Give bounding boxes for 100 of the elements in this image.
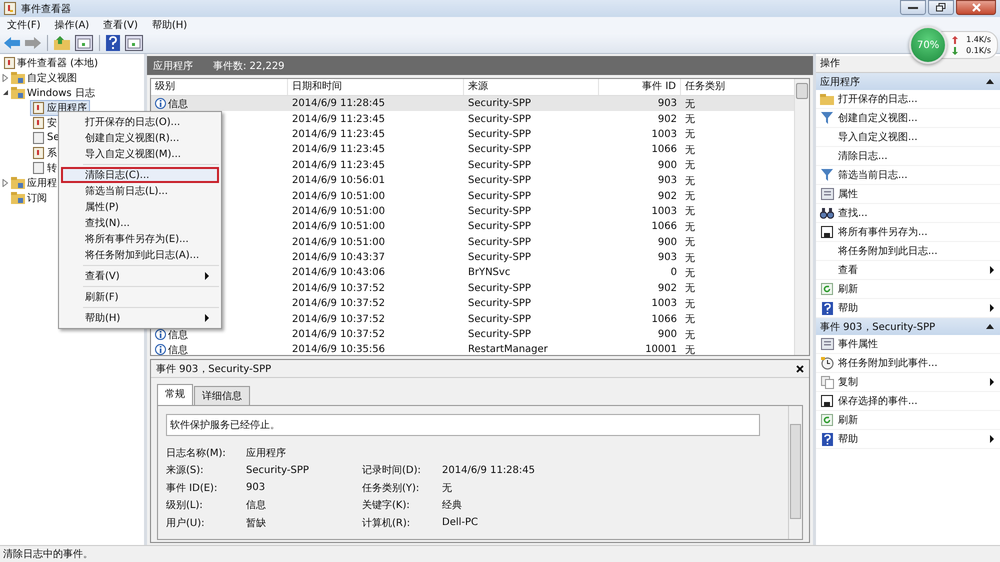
table-cell-text: 2014/6/9 10:43:06 bbox=[291, 267, 386, 278]
action-item[interactable]: 属性 bbox=[838, 187, 1000, 201]
help-icon[interactable] bbox=[106, 35, 120, 51]
close-button[interactable] bbox=[956, 0, 996, 15]
scrollbar[interactable] bbox=[794, 79, 809, 355]
action-item[interactable]: 筛选当前日志... bbox=[838, 168, 1000, 182]
back-icon[interactable] bbox=[4, 37, 20, 49]
action-item[interactable]: 将任务附加到此日志... bbox=[838, 244, 1000, 258]
properties-icon bbox=[820, 188, 834, 200]
window-title: 事件查看器 bbox=[21, 2, 71, 16]
action-item[interactable]: 刷新 bbox=[838, 282, 1000, 296]
table-cell-text: 2014/6/9 10:43:37 bbox=[291, 252, 386, 264]
column-header[interactable]: 级别 bbox=[151, 79, 288, 95]
menu-item[interactable]: 打开保存的日志(O)... bbox=[61, 114, 219, 130]
table-cell-text: 900 bbox=[656, 236, 678, 248]
menu-item[interactable]: 操作(A) bbox=[54, 18, 90, 32]
tree-item[interactable]: Windows 日志 bbox=[27, 86, 95, 100]
action-item[interactable]: 将所有事件另存为... bbox=[838, 225, 1000, 239]
tree-item[interactable]: 自定义视图 bbox=[27, 70, 77, 84]
menu-item[interactable]: 清除日志(C)... bbox=[61, 167, 219, 183]
action-item[interactable]: 事件属性 bbox=[838, 337, 1000, 351]
panel-icon[interactable] bbox=[75, 35, 93, 51]
table-cell-text: 无 bbox=[684, 282, 696, 296]
action-item[interactable]: 创建自定义视图... bbox=[838, 111, 1000, 125]
download-arrow-icon bbox=[952, 46, 958, 54]
field-label: 关键字(K): bbox=[362, 498, 411, 512]
action-item[interactable]: 刷新 bbox=[838, 413, 1000, 427]
folder-icon bbox=[11, 192, 25, 204]
expand-icon[interactable] bbox=[2, 74, 8, 82]
menu-item[interactable]: 创建自定义视图(R)... bbox=[61, 130, 219, 146]
folder-up-icon[interactable] bbox=[54, 36, 70, 50]
table-cell-text: 2014/6/9 11:23:45 bbox=[291, 114, 386, 125]
column-header[interactable]: 日期和时间 bbox=[288, 79, 464, 95]
menu-item[interactable]: 帮助(H) bbox=[61, 310, 219, 326]
action-item[interactable]: 保存选择的事件... bbox=[838, 394, 1000, 408]
action-item[interactable]: 查找... bbox=[838, 206, 1000, 220]
action-item[interactable]: 将任务附加到此事件... bbox=[838, 356, 1000, 370]
tree-item[interactable]: 安 bbox=[30, 114, 60, 130]
copy-icon bbox=[820, 376, 834, 388]
menu-item[interactable]: 属性(P) bbox=[61, 199, 219, 215]
menu-item[interactable]: 筛选当前日志(L)... bbox=[61, 183, 219, 199]
table-cell-text: 无 bbox=[684, 190, 696, 204]
tree-item[interactable]: 应用程 bbox=[27, 176, 57, 190]
table-cell-text: 1003 bbox=[650, 128, 678, 140]
action-item[interactable]: 清除日志... bbox=[838, 149, 1000, 163]
table-cell-text: 900 bbox=[656, 329, 678, 340]
menu-item[interactable]: 查找(N)... bbox=[61, 215, 219, 231]
action-item[interactable]: 复制 bbox=[838, 375, 990, 389]
action-item[interactable]: 导入自定义视图... bbox=[838, 130, 1000, 144]
menu-item[interactable]: 将所有事件另存为(E)... bbox=[61, 231, 219, 247]
tree-item[interactable]: 系 bbox=[30, 144, 60, 160]
table-row[interactable]: 信息 2014/6/9 11:28:45 Security-SPP 903 无 bbox=[151, 96, 794, 112]
minimize-button[interactable] bbox=[900, 0, 926, 15]
menu-item[interactable]: 查看(V) bbox=[61, 268, 219, 284]
menu-item[interactable]: 查看(V) bbox=[103, 18, 138, 32]
tab[interactable]: 详细信息 bbox=[194, 386, 250, 405]
section-header[interactable]: 事件 903，Security-SPP bbox=[816, 318, 1000, 335]
column-header[interactable]: 任务类别 bbox=[681, 79, 794, 95]
section-header[interactable]: 应用程序 bbox=[816, 73, 1000, 90]
upload-speed: 1.4K/s bbox=[966, 35, 991, 44]
column-header[interactable]: 来源 bbox=[464, 79, 599, 95]
table-row[interactable]: 信息 2014/6/9 10:35:56 RestartManager 10001 无 bbox=[151, 342, 794, 355]
menu-item[interactable]: 将任务附加到此日志(A)... bbox=[61, 247, 219, 263]
menu-item[interactable]: 刷新(F) bbox=[61, 289, 219, 305]
table-cell-text: 903 bbox=[656, 252, 678, 264]
table-cell-text: 902 bbox=[656, 282, 678, 294]
panel-icon[interactable] bbox=[125, 35, 143, 51]
menu-item[interactable]: 导入自定义视图(M)... bbox=[61, 146, 219, 162]
tree-item[interactable]: 订阅 bbox=[27, 190, 47, 204]
restore-icon bbox=[936, 3, 946, 12]
table-cell-text: Security-SPP bbox=[467, 128, 532, 140]
table-cell-text: 无 bbox=[684, 313, 696, 326]
detail-title: 事件 903，Security-SPP bbox=[156, 362, 272, 376]
table-cell-text: 无 bbox=[684, 220, 696, 234]
menu-item[interactable]: 帮助(H) bbox=[152, 18, 188, 32]
column-header[interactable]: 事件 ID bbox=[599, 79, 681, 95]
table-cell-text: 无 bbox=[684, 236, 696, 250]
action-item[interactable]: 帮助 bbox=[838, 432, 990, 446]
menu-item[interactable]: 文件(F) bbox=[7, 18, 41, 32]
table-row[interactable]: 信息 2014/6/9 10:37:52 Security-SPP 900 无 bbox=[151, 326, 794, 342]
tree-item[interactable]: 事件查看器 (本地) bbox=[17, 56, 98, 70]
table-cell-text: 902 bbox=[656, 190, 678, 202]
table-cell-text: 10001 bbox=[644, 344, 678, 355]
table-cell-text: 无 bbox=[684, 252, 696, 265]
field-label: 任务类别(Y): bbox=[362, 482, 420, 495]
tab[interactable]: 常规 bbox=[157, 384, 193, 405]
filter-icon bbox=[821, 169, 833, 181]
table-cell-text: 902 bbox=[656, 114, 678, 125]
tree-item[interactable]: 转 bbox=[30, 160, 60, 176]
restore-button[interactable] bbox=[928, 0, 954, 15]
close-icon[interactable] bbox=[796, 364, 804, 372]
action-item[interactable]: 查看 bbox=[838, 263, 990, 277]
log-icon bbox=[33, 116, 44, 128]
action-item[interactable]: 帮助 bbox=[838, 301, 990, 315]
collapse-icon[interactable] bbox=[2, 89, 8, 96]
action-item[interactable]: 打开保存的日志... bbox=[838, 92, 1000, 106]
scrollbar[interactable] bbox=[788, 406, 802, 539]
field-value: 2014/6/9 11:28:45 bbox=[442, 464, 536, 476]
expand-icon[interactable] bbox=[2, 178, 8, 186]
download-speed: 0.1K/s bbox=[966, 46, 991, 55]
